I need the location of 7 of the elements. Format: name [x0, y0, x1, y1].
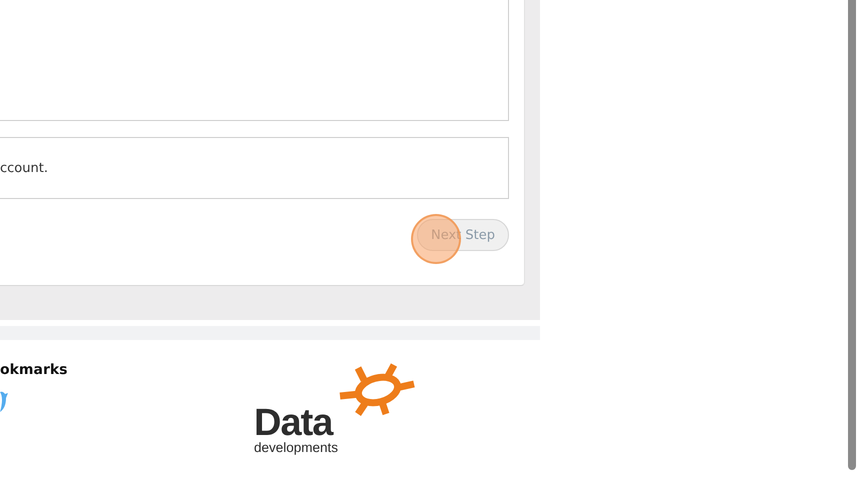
bird-icon[interactable]	[0, 390, 8, 412]
bookmarks-heading: okmarks	[0, 362, 69, 378]
message-field[interactable]	[0, 0, 509, 121]
logo-tagline: developments	[254, 441, 338, 454]
scrollbar[interactable]	[848, 0, 856, 470]
logo-word: Data	[254, 404, 332, 442]
info-text: ccount.	[0, 160, 48, 176]
